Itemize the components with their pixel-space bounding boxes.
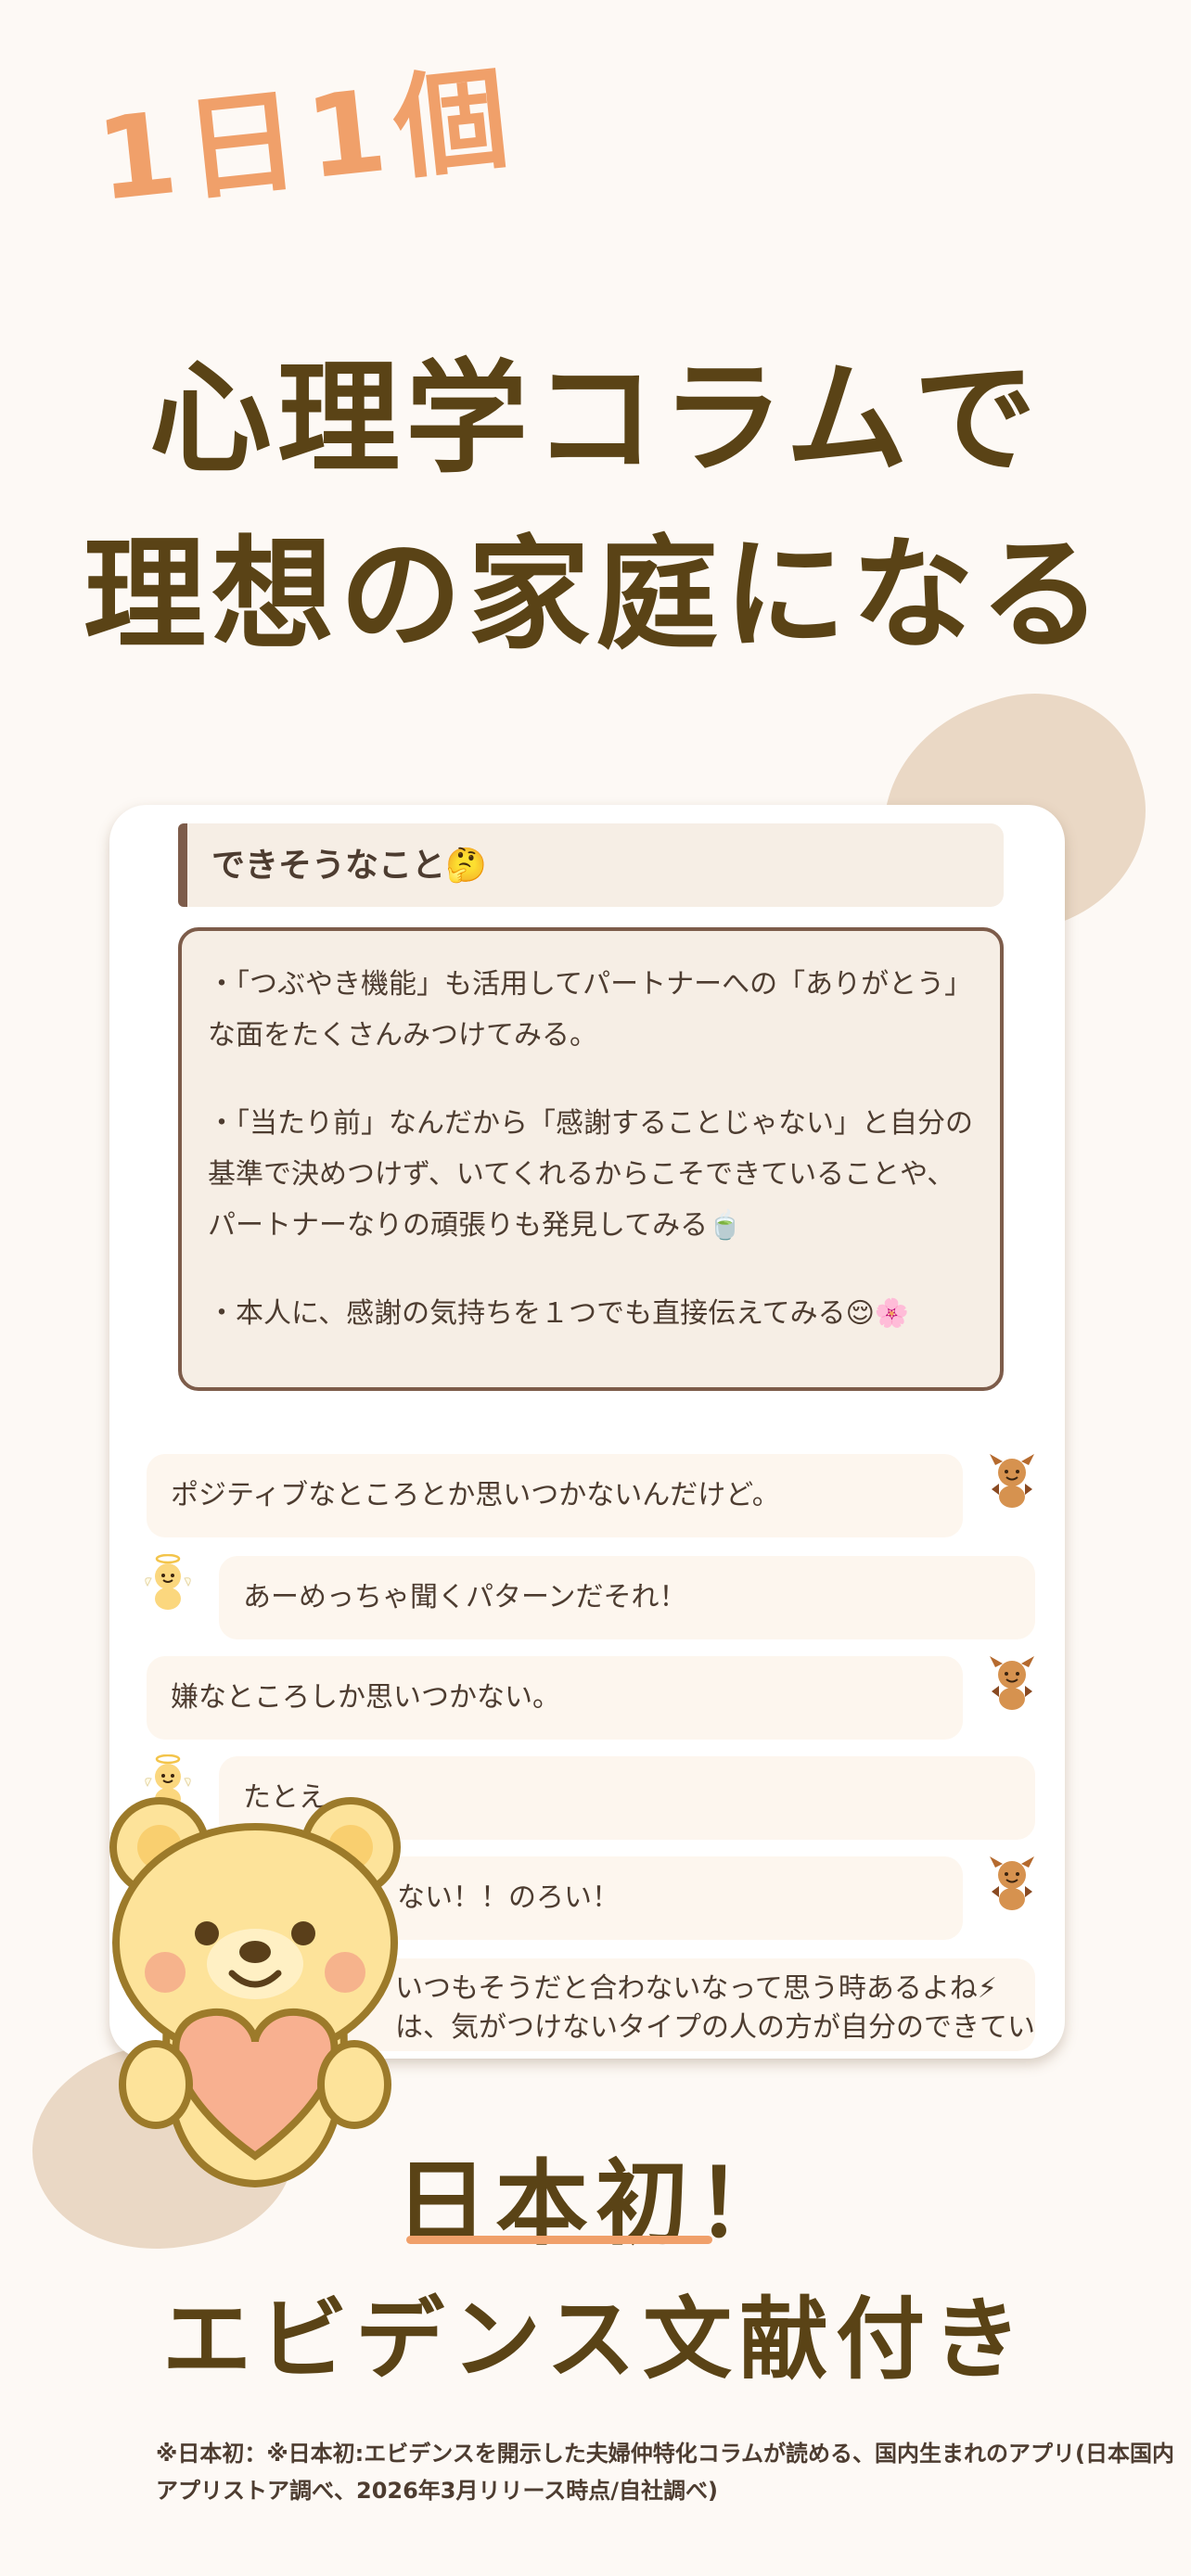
claim-evidence: エビデンス文献付き <box>161 2288 1030 2391</box>
tip-item: ・「つぶやき機能」も活用してパートナーへの「ありがとう」な面をたくさんみつけてみ… <box>208 968 973 1052</box>
devil-bear-icon <box>990 1856 1034 1910</box>
chat-bubble-angel: あーめっちゃ聞くパターンだそれ！ <box>219 1556 1035 1639</box>
angel-bear-icon <box>145 1554 191 1610</box>
headline-line2: 理想の家庭になる <box>83 524 1108 667</box>
claim-underline <box>406 2236 712 2244</box>
tagline: 1日1個 <box>90 51 524 227</box>
devil-bear-icon <box>990 1454 1034 1508</box>
devil-bear-icon <box>990 1656 1034 1710</box>
tip-list: ・「つぶやき機能」も活用してパートナーへの「ありがとう」な面をたくさんみつけてみ… <box>178 927 1004 1391</box>
footnote: ※日本初：※日本初:エビデンスを開示した夫婦仲特化コラムが読める、国内生まれのア… <box>156 2441 1175 2504</box>
tip-item: ・「当たり前」なんだから「感謝することじゃない」と自分の基準で決めつけず、いてく… <box>208 1107 973 1242</box>
chat-bubble-devil: 嫌なところしか思いつかない。 <box>147 1656 963 1740</box>
tip-item: ・本人に、感謝の気持ちを１つでも直接伝えてみる😌🌸 <box>208 1297 910 1330</box>
chat-bubble-devil: ポジティブなところとか思いつかないんだけど。 <box>147 1454 963 1537</box>
headline-line1: 心理学コラムで <box>148 348 1043 491</box>
tip-section-header: できそうなこと🤔 <box>178 823 1004 907</box>
